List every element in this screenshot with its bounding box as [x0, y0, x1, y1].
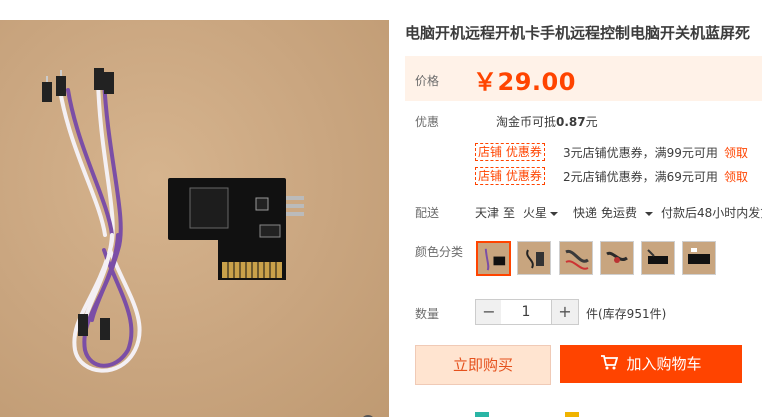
promo-label: 优惠 — [415, 115, 440, 129]
ship-method: 快递 — [573, 206, 598, 220]
add-to-cart-label: 加入购物车 — [626, 355, 702, 373]
quantity-increase-button[interactable]: + — [551, 299, 579, 325]
shipping-label: 配送 — [415, 206, 440, 220]
buy-now-button[interactable]: 立即购买 — [415, 345, 551, 385]
coupon-tag: 店铺 优惠券 — [475, 143, 545, 161]
cart-icon — [600, 346, 619, 384]
color-label: 颜色分类 — [415, 245, 464, 259]
product-title: 电脑开机远程开机卡手机远程控制电脑开关机蓝屏死 — [405, 24, 751, 42]
stock-text: 件(库存951件) — [586, 307, 667, 321]
ship-promise: 付款后48小时内发货 — [661, 206, 762, 220]
add-to-cart-button[interactable]: 加入购物车 — [560, 345, 742, 383]
price-panel: 价格 ￥29.00 — [405, 56, 762, 101]
coupon-text: 2元店铺优惠券，满69元可用 — [563, 170, 718, 184]
chevron-down-icon — [550, 211, 559, 216]
color-option-5[interactable] — [641, 241, 675, 275]
claim-coupon-link[interactable]: 领取 — [724, 168, 748, 185]
ship-from: 天津 — [475, 206, 500, 220]
shipping-fee-value: 免运费 — [601, 206, 638, 220]
quantity-decrease-button[interactable]: − — [475, 299, 503, 325]
taojinbi-text: 淘金币可抵0.87元 — [496, 113, 598, 130]
color-option-1[interactable] — [476, 241, 511, 276]
coupon-text: 3元店铺优惠券，满99元可用 — [563, 146, 718, 160]
taojinbi-amount: 0.87 — [556, 115, 586, 129]
product-photo-art — [42, 68, 304, 373]
quantity-label: 数量 — [415, 307, 440, 321]
quantity-input[interactable]: 1 — [501, 299, 551, 325]
color-option-2[interactable] — [517, 241, 551, 275]
color-option-4[interactable] — [600, 241, 634, 275]
shipping-fee-dropdown[interactable]: 免运费 — [601, 204, 654, 221]
taojinbi-prefix: 淘金币可抵 — [496, 115, 557, 129]
color-option-3[interactable] — [559, 241, 593, 275]
destination-value: 火星 — [523, 206, 548, 220]
bottom-partial-row — [405, 410, 762, 417]
chevron-down-icon — [645, 211, 654, 216]
destination-dropdown[interactable]: 火星 — [523, 204, 559, 221]
product-main-image[interactable] — [0, 20, 389, 417]
price-value: ￥29.00 — [473, 68, 576, 96]
coupon-tag: 店铺 优惠券 — [475, 167, 545, 185]
taojinbi-unit: 元 — [585, 115, 598, 129]
price-label: 价格 — [415, 74, 440, 88]
ship-to-word: 至 — [503, 206, 516, 220]
claim-coupon-link[interactable]: 领取 — [724, 144, 748, 161]
color-option-6[interactable] — [682, 241, 716, 275]
